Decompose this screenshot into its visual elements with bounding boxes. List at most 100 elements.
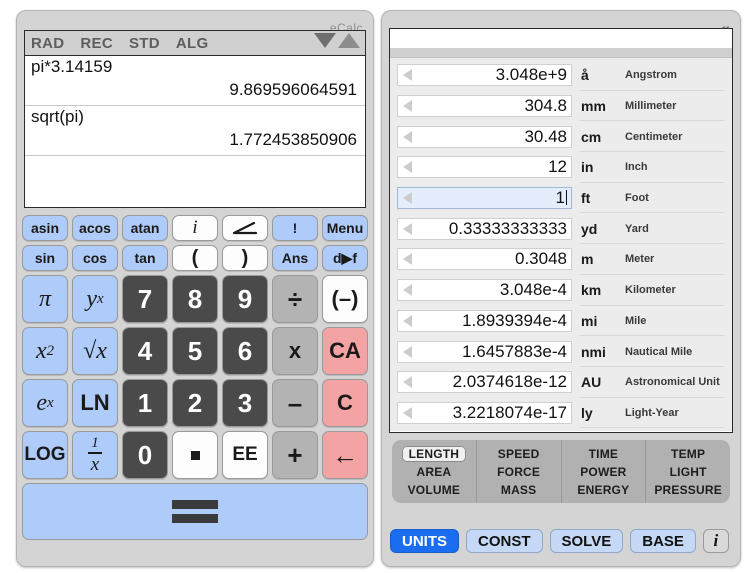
status-notation-mode[interactable]: STD (129, 35, 160, 52)
expression-input[interactable] (25, 156, 365, 190)
history-entry[interactable]: pi*3.14159 9.869596064591 (25, 56, 365, 106)
unit-value-input-active[interactable]: 1 (397, 187, 572, 210)
key-sin[interactable]: sin (22, 245, 68, 271)
key-clear[interactable]: C (322, 379, 368, 427)
unit-value-input[interactable]: 1.6457883e-4 (397, 340, 572, 363)
key-backspace[interactable]: ← (322, 431, 368, 479)
category-mass[interactable]: MASS (494, 482, 543, 498)
key-clear-all[interactable]: CA (322, 327, 368, 375)
key-plus[interactable]: + (272, 431, 318, 479)
key-factorial[interactable]: ! (272, 215, 318, 241)
category-volume[interactable]: VOLUME (401, 482, 468, 498)
category-time[interactable]: TIME (582, 446, 625, 462)
key-3[interactable]: 3 (222, 379, 268, 427)
unit-row: 3.048e-4 km Kilometer (390, 275, 732, 306)
key-8[interactable]: 8 (172, 275, 218, 323)
category-speed[interactable]: SPEED (491, 446, 547, 462)
key-divide[interactable]: ÷ (272, 275, 318, 323)
caret-left-icon[interactable] (398, 314, 416, 327)
category-light[interactable]: LIGHT (663, 464, 714, 480)
key-exponent-ee[interactable]: EE (222, 431, 268, 479)
caret-left-icon[interactable] (398, 284, 416, 297)
category-temp[interactable]: TEMP (664, 446, 712, 462)
tab-const[interactable]: CONST (466, 529, 543, 553)
key-2[interactable]: 2 (172, 379, 218, 427)
key-1[interactable]: 1 (122, 379, 168, 427)
unit-category-pad: LENGTH AREA VOLUME SPEED FORCE MASS TIME… (392, 440, 730, 503)
caret-left-icon[interactable] (398, 406, 416, 419)
unit-value-input[interactable]: 0.33333333333 (397, 217, 572, 240)
caret-left-icon[interactable] (398, 253, 416, 266)
triangle-up-icon[interactable] (338, 33, 360, 48)
key-tan[interactable]: tan (122, 245, 168, 271)
unit-value-input[interactable]: 3.2218074e-17 (397, 401, 572, 424)
caret-left-icon[interactable] (398, 130, 416, 143)
info-icon[interactable]: i (702, 529, 729, 553)
caret-left-icon[interactable] (398, 161, 416, 174)
key-5[interactable]: 5 (172, 327, 218, 375)
key-y-to-x[interactable]: yx (72, 275, 118, 323)
status-coord-mode[interactable]: REC (80, 35, 113, 52)
unit-value: 304.8 (524, 96, 567, 116)
key-dec-to-frac[interactable]: d▶f (322, 245, 368, 271)
key-square-root[interactable]: √x (72, 327, 118, 375)
caret-left-icon[interactable] (398, 192, 416, 205)
unit-value-input[interactable]: 1.8939394e-4 (397, 309, 572, 332)
key-e-to-x[interactable]: ex (22, 379, 68, 427)
status-angle-mode[interactable]: RAD (31, 35, 64, 52)
key-pi[interactable]: π (22, 275, 68, 323)
key-multiply[interactable]: x (272, 327, 318, 375)
key-acos[interactable]: acos (72, 215, 118, 241)
key-cos[interactable]: cos (72, 245, 118, 271)
key-right-paren[interactable]: ) (222, 245, 268, 271)
status-entry-mode[interactable]: ALG (176, 35, 209, 52)
caret-left-icon[interactable] (398, 222, 416, 235)
caret-left-icon[interactable] (398, 69, 416, 82)
key-log[interactable]: LOG (22, 431, 68, 479)
caret-left-icon[interactable] (398, 100, 416, 113)
unit-value-input[interactable]: 12 (397, 156, 572, 179)
key-0[interactable]: 0 (122, 431, 168, 479)
key-x-squared-exp: 2 (46, 342, 55, 359)
tab-base[interactable]: BASE (630, 529, 696, 553)
unit-abbreviation: ly (581, 404, 593, 421)
unit-value-input[interactable]: 0.3048 (397, 248, 572, 271)
caret-left-icon[interactable] (398, 345, 416, 358)
key-6[interactable]: 6 (222, 327, 268, 375)
key-equals[interactable] (22, 483, 368, 540)
key-4[interactable]: 4 (122, 327, 168, 375)
key-imaginary-i[interactable]: i (172, 215, 218, 241)
category-force[interactable]: FORCE (490, 464, 547, 480)
caret-left-icon[interactable] (398, 376, 416, 389)
key-asin[interactable]: asin (22, 215, 68, 241)
angle-icon[interactable] (222, 215, 268, 241)
category-area[interactable]: AREA (409, 464, 458, 480)
key-minus[interactable]: – (272, 379, 318, 427)
unit-value-input[interactable]: 3.048e-4 (397, 279, 572, 302)
key-decimal-point[interactable] (172, 431, 218, 479)
key-ans[interactable]: Ans (272, 245, 318, 271)
key-left-paren[interactable]: ( (172, 245, 218, 271)
unit-value-input[interactable]: 3.048e+9 (397, 64, 572, 87)
unit-value-input[interactable]: 2.0374618e-12 (397, 371, 572, 394)
key-reciprocal[interactable]: 1 x (72, 431, 118, 479)
unit-value-input[interactable]: 304.8 (397, 95, 572, 118)
history-entry[interactable]: sqrt(pi) 1.772453850906 (25, 106, 365, 156)
key-x-squared[interactable]: x2 (22, 327, 68, 375)
key-7[interactable]: 7 (122, 275, 168, 323)
triangle-down-icon[interactable] (314, 33, 336, 48)
category-pressure[interactable]: PRESSURE (647, 482, 729, 498)
key-atan[interactable]: atan (122, 215, 168, 241)
key-negate[interactable]: (–) (322, 275, 368, 323)
unit-value-input[interactable]: 30.48 (397, 125, 572, 148)
category-length[interactable]: LENGTH (401, 445, 467, 462)
tab-units[interactable]: UNITS (390, 529, 459, 553)
key-menu[interactable]: Menu (322, 215, 368, 241)
unit-value: 1.8939394e-4 (462, 310, 567, 330)
category-power[interactable]: POWER (573, 464, 633, 480)
history-result: 1.772453850906 (229, 130, 357, 149)
category-energy[interactable]: ENERGY (570, 482, 636, 498)
tab-solve[interactable]: SOLVE (549, 529, 624, 553)
key-9[interactable]: 9 (222, 275, 268, 323)
key-ln[interactable]: LN (72, 379, 118, 427)
